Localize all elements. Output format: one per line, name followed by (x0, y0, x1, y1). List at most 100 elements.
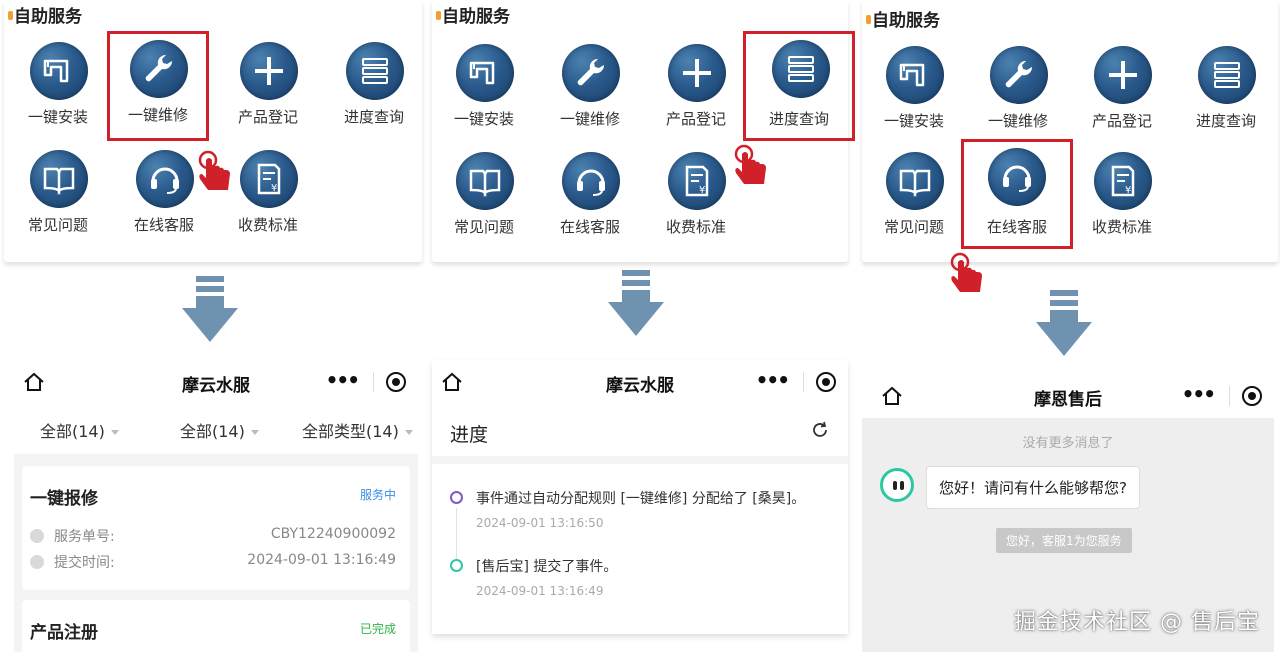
wrench-icon (990, 46, 1048, 104)
service-repair[interactable]: 一键维修 (970, 40, 1066, 144)
field-label: 提交时间: (54, 555, 115, 571)
close-target-icon[interactable] (816, 372, 836, 392)
service-online[interactable]: 在线客服 (542, 146, 638, 250)
service-faq[interactable]: 常见问题 (436, 146, 532, 250)
filter-type[interactable]: 全部类型(14) (302, 418, 413, 442)
service-label: 在线客服 (559, 218, 620, 236)
down-arrow-icon (1036, 290, 1092, 360)
self-service-card: 自助服务 一键安装 一键维修 产品登记 进度查询 常见问题 在线客服 ¥ 收费标… (4, 0, 422, 262)
list-icon (772, 40, 830, 98)
service-progress[interactable]: 进度查询 (743, 31, 855, 141)
service-label: 常见问题 (27, 216, 88, 234)
service-progress[interactable]: 进度查询 (1178, 40, 1274, 144)
service-faq[interactable]: 常见问题 (866, 146, 962, 250)
service-label: 进度查询 (343, 108, 404, 126)
service-label: 产品登记 (237, 108, 298, 126)
service-label: 一键维修 (127, 106, 188, 124)
filter-status[interactable]: 全部(14) (40, 418, 119, 442)
service-label: 收费标准 (1091, 218, 1152, 236)
service-label: 一键安装 (453, 110, 514, 128)
service-install[interactable]: 一键安装 (866, 40, 962, 144)
service-label: 常见问题 (883, 218, 944, 236)
service-label: 一键维修 (559, 110, 620, 128)
section-title: 自助服务 (8, 2, 82, 27)
service-register[interactable]: 产品登记 (220, 36, 316, 140)
submit-time: 2024-09-01 13:16:49 (247, 552, 396, 568)
service-install[interactable]: 一键安装 (436, 38, 532, 142)
order-card[interactable]: 一键报修 服务中 服务单号: CBY12240900092 提交时间: 2024… (22, 466, 410, 590)
pointer-hand-icon (732, 144, 772, 190)
order-card[interactable]: 产品注册 已完成 (22, 600, 410, 652)
wrench-icon (130, 40, 188, 98)
headset-icon (562, 152, 620, 210)
service-label: 收费标准 (237, 216, 298, 234)
service-label: 在线客服 (986, 218, 1047, 236)
order-number-row: 服务单号: CBY12240900092 (30, 526, 396, 546)
fee-doc-icon: ¥ (1094, 152, 1152, 210)
progress-header: 进度 (432, 404, 848, 464)
service-install[interactable]: 一键安装 (10, 36, 106, 140)
order-number: CBY12240900092 (270, 526, 396, 542)
plus-icon (1094, 46, 1152, 104)
watermark: 掘金技术社区 @ 售后宝 (1014, 610, 1260, 635)
book-icon (886, 152, 944, 210)
service-label: 进度查询 (768, 110, 829, 128)
plus-icon (668, 44, 726, 102)
service-label: 一键安装 (883, 112, 944, 130)
close-target-icon[interactable] (1242, 386, 1262, 406)
progress-screen: 摩云水服 ••• 进度 事件通过自动分配规则 [一键维修] 分配给了 [桑昊]。… (432, 360, 848, 634)
status-badge: 服务中 (359, 488, 396, 502)
more-icon[interactable]: ••• (756, 368, 790, 392)
svg-text:¥: ¥ (1125, 185, 1131, 196)
timeline-dot (450, 491, 463, 504)
service-label: 进度查询 (1195, 112, 1256, 130)
service-label: 一键维修 (987, 112, 1048, 130)
timeline-dot (450, 559, 463, 572)
nav-bar: 摩云水服 ••• (14, 360, 418, 404)
fee-doc-icon: ¥ (668, 152, 726, 210)
service-register[interactable]: 产品登记 (1074, 40, 1170, 144)
headset-icon (988, 148, 1046, 206)
filter-all[interactable]: 全部(14) (180, 418, 259, 442)
close-target-icon[interactable] (386, 372, 406, 392)
down-arrow-icon (608, 270, 664, 340)
event-text: [售后宝] 提交了事件。 (476, 559, 618, 575)
pointer-hand-icon (196, 150, 236, 196)
service-fees[interactable]: ¥ 收费标准 (1074, 146, 1170, 250)
panel-repair: 自助服务 一键安装 一键维修 产品登记 进度查询 常见问题 在线客服 ¥ 收费标… (0, 0, 426, 652)
service-repair[interactable]: 一键维修 (107, 31, 209, 141)
service-faq[interactable]: 常见问题 (10, 144, 106, 248)
pipe-icon (456, 44, 514, 102)
pipe-icon (886, 46, 944, 104)
self-service-card: 自助服务 一键安装 一键维修 产品登记 进度查询 常见问题 在线客服 ¥ 收费标… (432, 0, 855, 262)
service-label: 产品登记 (1091, 112, 1152, 130)
list-icon (30, 529, 44, 543)
fee-doc-icon: ¥ (240, 150, 298, 208)
section-title: 自助服务 (866, 6, 940, 31)
down-arrow-icon (182, 276, 238, 346)
service-online[interactable]: 在线客服 (961, 139, 1073, 249)
divider (803, 372, 804, 392)
headset-icon (136, 150, 194, 208)
clock-icon (30, 555, 44, 569)
service-label: 产品登记 (665, 110, 726, 128)
service-label: 在线客服 (133, 216, 194, 234)
more-icon[interactable]: ••• (1182, 382, 1216, 406)
section-title: 自助服务 (436, 2, 510, 27)
service-fees[interactable]: ¥ 收费标准 (648, 146, 744, 250)
more-icon[interactable]: ••• (326, 368, 360, 392)
svg-text:¥: ¥ (699, 185, 705, 196)
avatar (880, 468, 914, 502)
svg-text:¥: ¥ (271, 183, 277, 194)
filter-bar: 全部(14) 全部(14) 全部类型(14) (14, 404, 418, 454)
service-repair[interactable]: 一键维修 (542, 38, 638, 142)
refresh-icon[interactable] (810, 420, 830, 440)
chat-bubble: 您好！请问有什么能够帮您? (926, 466, 1140, 509)
self-service-card: 自助服务 一键安装 一键维修 产品登记 进度查询 常见问题 在线客服 ¥ 收费标… (862, 0, 1278, 262)
orders-screen: 摩云水服 ••• 全部(14) 全部(14) 全部类型(14) 一键报修 服务中… (14, 360, 418, 652)
service-progress[interactable]: 进度查询 (326, 36, 422, 140)
pipe-icon (30, 42, 88, 100)
order-title: 产品注册 (30, 623, 98, 643)
service-register[interactable]: 产品登记 (648, 38, 744, 142)
event-text: 事件通过自动分配规则 [一键维修] 分配给了 [桑昊]。 (476, 491, 806, 507)
